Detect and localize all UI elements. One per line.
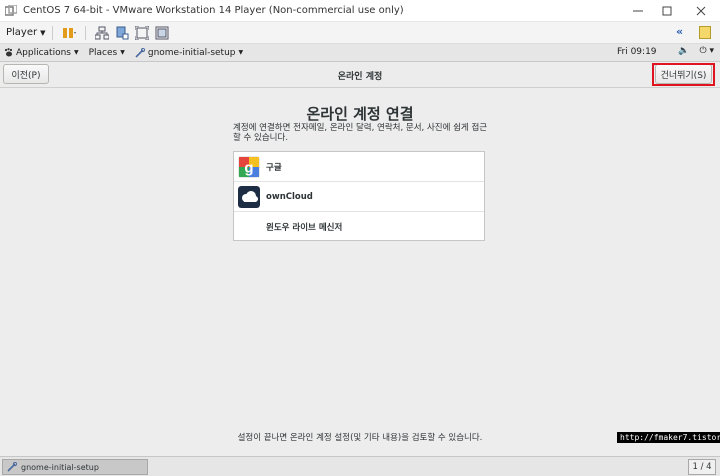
double-chevron-left-icon: « xyxy=(676,25,684,38)
section-title: 온라인 계정 연결 xyxy=(306,105,414,123)
footer-note: 설정이 끝나면 온라인 계정 설정(및 기타 내용)을 검토할 수 있습니다. xyxy=(237,433,483,443)
workspace-pager-label: 1 / 4 xyxy=(692,462,712,472)
close-icon xyxy=(696,6,706,16)
player-label: Player xyxy=(6,27,38,38)
player-menu-button[interactable]: Player ▼ xyxy=(6,27,46,38)
section-description: 계정에 연결하면 전자메일, 온라인 달력, 연락처, 문서, 사진에 쉽게 접… xyxy=(233,123,488,143)
page-title: 온라인 계정 xyxy=(337,72,383,82)
system-tray[interactable]: 🔈 ⏻ ▾ xyxy=(678,46,714,56)
tools-icon xyxy=(7,462,17,472)
app-name-label: gnome-initial-setup xyxy=(147,47,236,58)
taskbar-item-label: gnome-initial-setup xyxy=(21,462,99,472)
window-title: CentOS 7 64-bit - VMware Workstation 14 … xyxy=(23,5,404,16)
maximize-icon xyxy=(662,6,672,16)
chevron-down-icon: ▼ xyxy=(73,49,79,56)
places-menu[interactable]: Places ▼ xyxy=(89,48,125,58)
pause-button[interactable] xyxy=(59,24,79,42)
windows-live-icon xyxy=(238,216,260,238)
vmware-toolbar: Player ▼ « xyxy=(0,22,720,44)
network-icon xyxy=(94,26,109,39)
vmware-logo-icon xyxy=(5,4,17,16)
close-button[interactable] xyxy=(684,0,718,22)
minimize-icon xyxy=(633,10,643,12)
owncloud-icon xyxy=(238,185,260,208)
chevron-down-icon: ▼ xyxy=(40,28,46,37)
toolbar-divider xyxy=(51,25,53,40)
google-icon: g xyxy=(238,155,260,178)
account-label: 윈도우 라이브 메신저 xyxy=(266,223,343,233)
chevron-down-icon: ▼ xyxy=(238,49,244,56)
account-row-owncloud[interactable]: ownCloud xyxy=(234,182,484,212)
chevron-down-icon: ▼ xyxy=(120,49,125,56)
account-label: ownCloud xyxy=(266,191,313,202)
fullscreen-button[interactable] xyxy=(132,24,152,42)
account-row-google[interactable]: g 구글 xyxy=(234,152,484,182)
watermark: http://fmaker7.tistory.com xyxy=(617,432,720,443)
volume-icon: 🔈 xyxy=(678,46,690,56)
account-row-windows-live[interactable]: 윈도우 라이브 메신저 xyxy=(234,212,484,242)
gnome-bottom-panel: gnome-initial-setup 1 / 4 xyxy=(0,456,720,476)
collapse-library-button[interactable]: « xyxy=(676,25,683,38)
skip-button-highlight xyxy=(652,63,715,86)
unity-icon xyxy=(155,26,169,39)
app-menu[interactable]: gnome-initial-setup ▼ xyxy=(135,47,244,58)
unity-button[interactable] xyxy=(152,24,172,42)
fullscreen-icon xyxy=(134,25,149,40)
gnome-foot-icon xyxy=(4,48,13,57)
gnome-top-bar: Applications ▼ Places ▼ gnome-initial-se… xyxy=(0,44,720,62)
pause-icon xyxy=(62,27,76,38)
tools-icon xyxy=(135,47,145,58)
toolbar-divider xyxy=(84,25,86,40)
maximize-button[interactable] xyxy=(650,0,684,22)
applications-menu[interactable]: Applications ▼ xyxy=(4,48,79,58)
removable-device-button[interactable] xyxy=(112,24,132,42)
account-list: g 구글 ownCloud 윈도우 라이브 메신저 xyxy=(233,151,485,241)
taskbar-window-item[interactable]: gnome-initial-setup xyxy=(2,459,148,475)
places-label: Places xyxy=(88,47,118,58)
network-button[interactable] xyxy=(92,24,112,42)
dialog-header-bar: 이전(P) 온라인 계정 건너뛰기(S) xyxy=(0,62,720,88)
vmware-title-bar: CentOS 7 64-bit - VMware Workstation 14 … xyxy=(0,0,720,22)
usb-device-icon xyxy=(116,26,129,39)
power-icon: ⏻ ▾ xyxy=(699,46,715,56)
applications-label: Applications xyxy=(16,47,71,58)
workspace-pager[interactable]: 1 / 4 xyxy=(688,459,716,475)
notes-button[interactable] xyxy=(699,26,711,39)
svg-text:g: g xyxy=(244,159,253,176)
account-label: 구글 xyxy=(266,162,282,173)
clock[interactable]: Fri 09:19 xyxy=(617,47,657,57)
